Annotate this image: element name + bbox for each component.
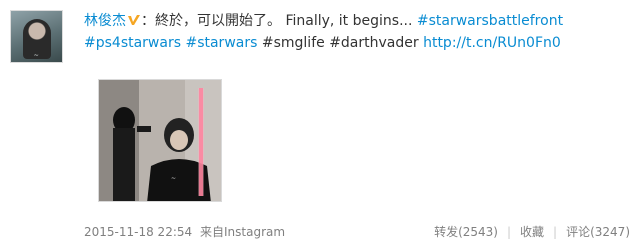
post-actions: 转发(2543) | 收藏 | 评论(3247) [434,222,630,242]
post-text-cn: ：終於，可以開始了。 [141,13,281,29]
post-text-en: Finally, it begins... [285,13,413,29]
author-name[interactable]: 林俊杰 [84,13,126,29]
post-footer: 2015-11-18 22:54 来自Instagram 转发(2543) | 收藏… [84,222,630,242]
repost-button[interactable]: 转发(2543) [434,225,498,239]
short-link[interactable]: http://t.cn/RUn0Fn0 [423,35,561,51]
hashtag-smglife: #smglife [261,35,325,51]
hashtag-starwars[interactable]: #starwars [185,35,257,51]
hashtag-darthvader: #darthvader [329,35,419,51]
hashtag-starwarsbattlefront[interactable]: #starwarsbattlefront [417,13,563,29]
action-separator: | [553,225,558,239]
source-prefix: 来自 [200,225,225,239]
verified-icon[interactable] [127,13,141,27]
comment-button[interactable]: 评论(3247) [566,225,630,239]
post-photo[interactable]: ~ [98,79,222,202]
source-app[interactable]: Instagram [224,225,285,239]
favorite-button[interactable]: 收藏 [520,225,544,239]
avatar[interactable]: ~ [10,10,63,63]
post-text: 林俊杰 ：終於，可以開始了。 Finally, it begins... #sta… [84,10,630,54]
avatar-caption: ~ [33,52,40,59]
post-timestamp[interactable]: 2015-11-18 22:54 [84,222,192,242]
action-separator: | [506,225,512,239]
svg-text:~: ~ [171,175,176,182]
post-source: 来自Instagram [200,222,285,242]
post-content: 林俊杰 ：終於，可以開始了。 Finally, it begins... #sta… [84,10,630,54]
hashtag-ps4starwars[interactable]: #ps4starwars [84,35,181,51]
photo-image: ~ [99,80,221,201]
